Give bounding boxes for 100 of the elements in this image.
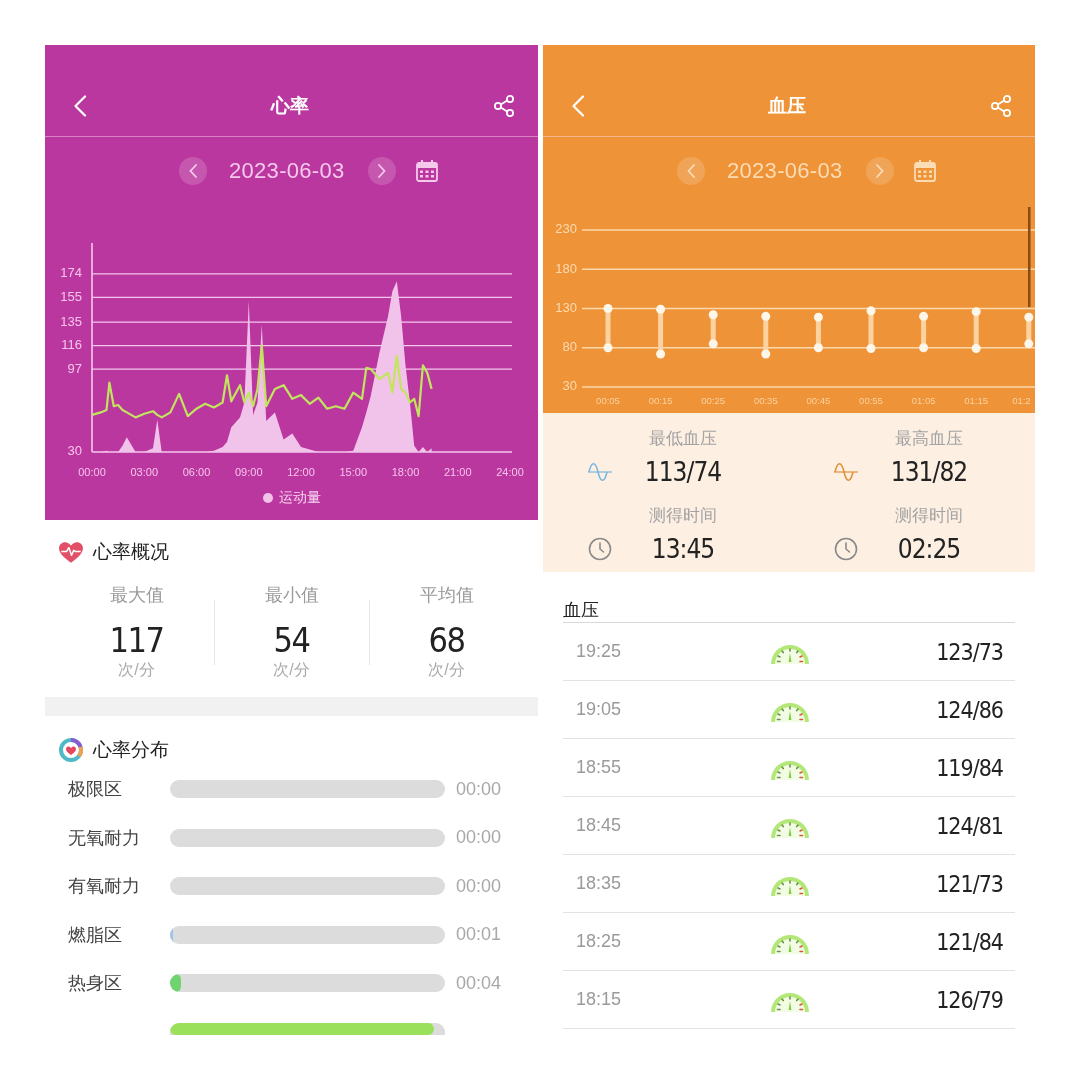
point xyxy=(708,310,718,320)
summary-value: 131/82 xyxy=(889,456,969,489)
point xyxy=(603,343,613,353)
record-reading: 123/73 xyxy=(936,638,1003,665)
back-icon[interactable] xyxy=(571,94,585,117)
point xyxy=(866,344,876,354)
range-marker xyxy=(708,310,718,349)
record-time: 18:25 xyxy=(576,931,622,952)
point xyxy=(656,304,666,314)
x-tick-label: 12:00 xyxy=(287,465,315,478)
section-title: 心率概况 xyxy=(93,540,169,564)
summary-label: 测得时间 xyxy=(894,505,964,527)
record-time: 18:55 xyxy=(576,757,622,778)
record-reading: 121/73 xyxy=(936,870,1003,897)
zone-label: 无氧耐力 xyxy=(68,827,140,848)
x-tick-label: 00:05 xyxy=(596,394,620,406)
legend-label: 运动量 xyxy=(278,489,321,507)
point xyxy=(813,343,823,353)
record-time: 19:05 xyxy=(576,699,622,720)
stat-value: 54 xyxy=(273,620,310,660)
x-tick-label: 01:2 xyxy=(1012,394,1031,406)
share-icon[interactable] xyxy=(492,93,516,118)
date-label: 2023-06-03 xyxy=(727,158,843,184)
point xyxy=(866,306,876,316)
zone-label: 热身区 xyxy=(68,973,122,994)
point xyxy=(971,307,981,317)
point xyxy=(761,349,771,359)
stat-unit: 次/分 xyxy=(428,660,465,680)
y-tick-label: 155 xyxy=(60,288,82,304)
zone-time: 00:01 xyxy=(456,924,502,945)
y-tick-label: 80 xyxy=(562,339,577,355)
range-marker xyxy=(813,312,823,353)
point xyxy=(919,343,929,353)
record-time: 19:25 xyxy=(576,641,622,662)
point xyxy=(708,339,718,349)
summary-label: 最高血压 xyxy=(894,428,964,450)
record-reading: 126/79 xyxy=(936,986,1003,1013)
x-tick-label: 06:00 xyxy=(182,465,211,478)
chevron-right-icon xyxy=(377,164,386,178)
record-reading: 124/81 xyxy=(936,812,1003,839)
share-icon[interactable] xyxy=(989,93,1013,118)
x-tick-label: 15:00 xyxy=(339,465,367,478)
range-marker xyxy=(603,304,613,353)
clock-icon xyxy=(834,537,858,561)
zone-label: 有氧耐力 xyxy=(68,876,140,897)
range-marker xyxy=(866,306,876,354)
summary-value: 13:45 xyxy=(650,533,716,566)
y-tick-label: 130 xyxy=(555,299,577,315)
stat-label: 最大值 xyxy=(109,584,164,607)
previous-day-button[interactable] xyxy=(677,157,705,185)
stat-label: 平均值 xyxy=(419,584,474,607)
calendar-icon[interactable] xyxy=(414,159,439,183)
range-marker xyxy=(656,304,666,359)
chevron-left-icon xyxy=(189,164,197,178)
summary-label: 测得时间 xyxy=(648,505,718,527)
x-tick-label: 24:00 xyxy=(496,465,524,478)
list-title: 血压 xyxy=(563,599,599,622)
stat-label: 最小值 xyxy=(264,584,319,607)
stat-unit: 次/分 xyxy=(118,660,155,680)
record-time: 18:15 xyxy=(576,989,622,1010)
previous-day-button[interactable] xyxy=(179,157,207,185)
summary-label: 最低血压 xyxy=(648,428,718,450)
y-tick-label: 30 xyxy=(67,443,82,459)
point xyxy=(1024,312,1034,322)
x-tick-label: 00:15 xyxy=(648,394,673,406)
heart-pulse-icon xyxy=(58,540,84,564)
summary-value: 113/74 xyxy=(643,456,723,489)
x-tick-label: 00:35 xyxy=(753,394,778,406)
section-title: 心率分布 xyxy=(93,738,169,762)
x-tick-label: 21:00 xyxy=(444,465,472,478)
x-tick-label: 03:00 xyxy=(130,465,158,478)
point xyxy=(1024,339,1034,349)
next-day-button[interactable] xyxy=(865,157,894,185)
zone-time: 00:00 xyxy=(456,875,502,896)
y-tick-label: 97 xyxy=(67,360,82,376)
y-tick-label: 30 xyxy=(562,378,577,394)
next-day-button[interactable] xyxy=(367,157,396,185)
record-time: 18:35 xyxy=(576,873,622,894)
chevron-right-icon xyxy=(875,164,884,178)
point xyxy=(761,311,771,321)
y-tick-label: 230 xyxy=(555,221,577,237)
range-marker xyxy=(1024,312,1034,349)
x-tick-label: 18:00 xyxy=(391,465,420,478)
point xyxy=(971,344,981,354)
stat-unit: 次/分 xyxy=(273,660,310,680)
chevron-left-icon xyxy=(687,164,695,178)
record-reading: 119/84 xyxy=(936,754,1003,781)
clock-icon xyxy=(588,537,612,561)
x-tick-label: 09:00 xyxy=(235,465,263,478)
x-tick-label: 00:25 xyxy=(701,394,726,406)
calendar-icon[interactable] xyxy=(912,159,937,183)
y-tick-label: 174 xyxy=(60,265,82,281)
x-tick-label: 01:05 xyxy=(911,394,936,406)
range-marker xyxy=(761,311,771,359)
y-tick-label: 116 xyxy=(61,337,82,353)
back-icon[interactable] xyxy=(73,94,87,117)
zone-time: 00:00 xyxy=(456,778,502,799)
range-marker xyxy=(971,307,981,354)
y-tick-label: 135 xyxy=(60,313,82,329)
x-tick-label: 00:45 xyxy=(806,394,831,406)
